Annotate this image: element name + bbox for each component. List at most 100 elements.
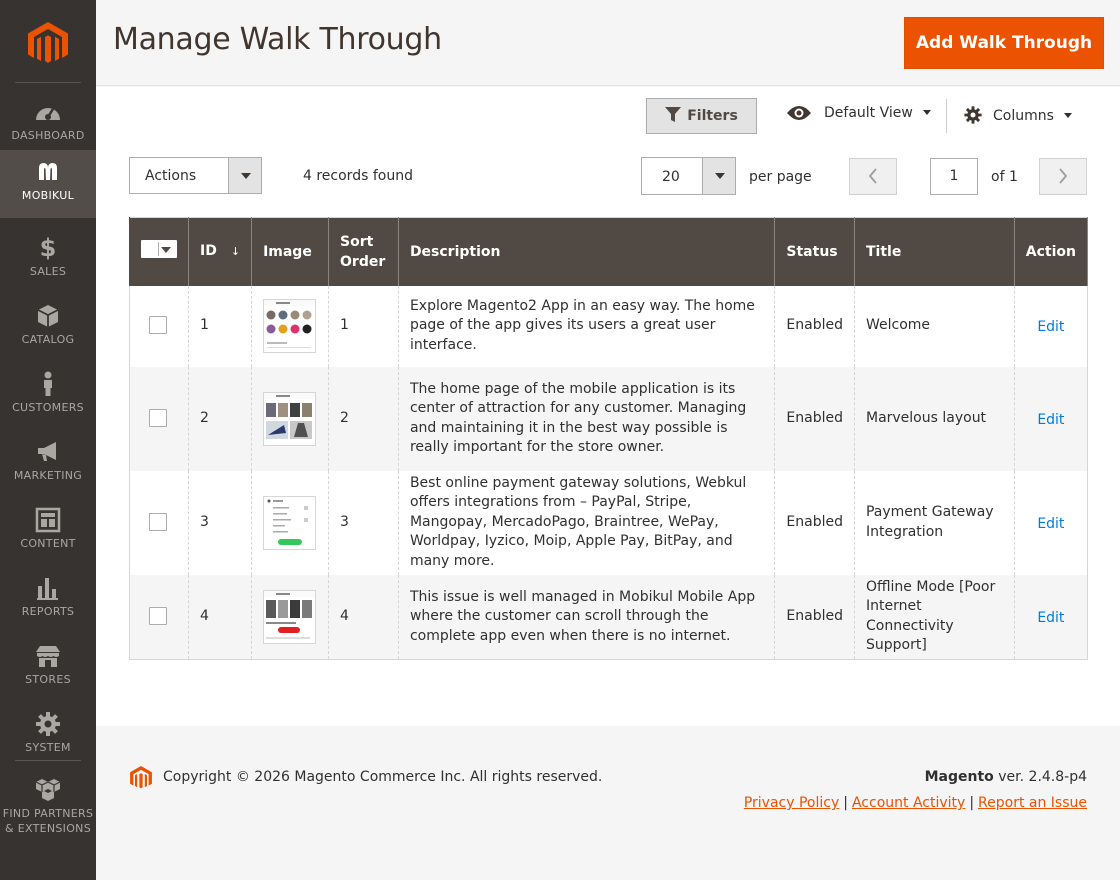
sidebar-item-label: CUSTOMERS bbox=[12, 401, 84, 414]
edit-link[interactable]: Edit bbox=[1037, 610, 1064, 626]
row-checkbox-cell bbox=[129, 470, 189, 575]
walk-through-grid: ID ↓ Image Sort Order Description Status T… bbox=[129, 217, 1089, 660]
cell-status: Enabled bbox=[774, 285, 855, 367]
sidebar-item-content[interactable]: CONTENT bbox=[0, 498, 96, 566]
funnel-icon bbox=[665, 107, 682, 122]
per-page-select[interactable]: 20 bbox=[641, 157, 736, 195]
mass-select-checkbox[interactable] bbox=[141, 239, 177, 258]
next-page-button[interactable] bbox=[1039, 158, 1087, 195]
person-icon bbox=[44, 371, 52, 396]
edit-link[interactable]: Edit bbox=[1037, 516, 1064, 532]
column-header-label: Image bbox=[263, 243, 312, 260]
column-header-sort-order[interactable]: Sort Order bbox=[328, 217, 399, 286]
sidebar-item-reports[interactable]: REPORTS bbox=[0, 566, 96, 634]
thumbnail-image[interactable] bbox=[263, 589, 317, 644]
mass-select-header[interactable] bbox=[129, 217, 189, 286]
column-header-status[interactable]: Status bbox=[774, 217, 855, 286]
gear-icon bbox=[964, 106, 982, 124]
table-row: 4 4 This issue is well managed in Mobiku… bbox=[129, 574, 1089, 660]
add-walk-through-button[interactable]: Add Walk Through bbox=[904, 17, 1104, 69]
chevron-down-icon bbox=[228, 158, 261, 193]
columns-button[interactable]: Columns bbox=[963, 105, 1072, 125]
toolbar-divider bbox=[946, 99, 947, 133]
table-header-row: ID ↓ Image Sort Order Description Status T… bbox=[129, 217, 1089, 286]
privacy-policy-link[interactable]: Privacy Policy bbox=[744, 795, 839, 811]
mass-actions-label: Actions bbox=[145, 168, 197, 184]
gear-icon bbox=[36, 712, 60, 736]
edit-link[interactable]: Edit bbox=[1037, 412, 1064, 428]
sidebar-item-label: MARKETING bbox=[13, 469, 83, 482]
sidebar-item-customers[interactable]: CUSTOMERS bbox=[0, 362, 96, 430]
cell-id: 2 bbox=[187, 366, 253, 471]
row-checkbox[interactable] bbox=[149, 316, 167, 335]
cell-description: The home page of the mobile application … bbox=[397, 366, 776, 471]
column-header-title[interactable]: Title bbox=[853, 217, 1015, 286]
sidebar-item-marketing[interactable]: MARKETING bbox=[0, 430, 96, 498]
sidebar-item-stores[interactable]: STORES bbox=[0, 634, 96, 702]
cell-title: Marvelous layout bbox=[853, 366, 1015, 471]
magento-logo[interactable] bbox=[28, 22, 68, 66]
filters-button[interactable]: Filters bbox=[646, 98, 757, 134]
sidebar-item-sales[interactable]: $ SALES bbox=[0, 226, 96, 294]
sidebar-item-find-partners[interactable]: FIND PARTNERS & EXTENSIONS bbox=[0, 768, 96, 838]
link-separator: | bbox=[969, 795, 975, 811]
page-title: Manage Walk Through bbox=[113, 22, 442, 57]
edit-link[interactable]: Edit bbox=[1037, 319, 1064, 335]
cell-action: Edit bbox=[1013, 366, 1089, 471]
cell-status: Enabled bbox=[774, 574, 855, 660]
sidebar-item-label: FIND PARTNERS & EXTENSIONS bbox=[0, 806, 96, 836]
chevron-left-icon bbox=[868, 168, 877, 184]
sidebar-item-label-line2: & EXTENSIONS bbox=[5, 822, 91, 835]
report-issue-link[interactable]: Report an Issue bbox=[978, 795, 1087, 811]
cell-status: Enabled bbox=[774, 470, 855, 575]
row-checkbox[interactable] bbox=[149, 408, 167, 427]
sidebar-item-dashboard[interactable]: DASHBOARD bbox=[0, 90, 96, 158]
chevron-down-icon bbox=[702, 158, 735, 194]
chevron-down-icon bbox=[1063, 113, 1072, 118]
sidebar-item-mobikul[interactable]: MOBIKUL bbox=[0, 150, 96, 218]
column-header-label: Title bbox=[865, 243, 902, 260]
per-page-label: per page bbox=[749, 169, 812, 185]
table-row: 3 3 Best online payment gateway solution… bbox=[129, 470, 1089, 575]
thumbnail-preview bbox=[264, 590, 316, 639]
column-header-label: ID bbox=[200, 243, 217, 260]
cell-title: Offline Mode [Poor Internet Connectivity… bbox=[853, 574, 1015, 660]
column-header-id[interactable]: ID ↓ bbox=[187, 217, 253, 286]
row-checkbox[interactable] bbox=[149, 512, 167, 531]
sidebar-item-catalog[interactable]: CATALOG bbox=[0, 294, 96, 362]
thumbnail-preview bbox=[264, 496, 316, 549]
footer-links: Privacy Policy | Account Activity | Report a… bbox=[744, 795, 1087, 811]
admin-sidebar: DASHBOARD MOBIKUL $ SALES CATALOG CUSTOM… bbox=[0, 0, 96, 880]
cell-sort-order: 1 bbox=[328, 285, 399, 367]
thumbnail-image[interactable] bbox=[263, 299, 317, 353]
sidebar-item-label-line1: FIND PARTNERS bbox=[2, 807, 94, 820]
cell-action: Edit bbox=[1013, 285, 1089, 367]
column-header-description[interactable]: Description bbox=[397, 217, 776, 286]
table-row: 2 2 The home page of the mobile applicat… bbox=[129, 366, 1089, 471]
cell-image bbox=[251, 470, 330, 575]
account-activity-link[interactable]: Account Activity bbox=[852, 795, 965, 811]
version-info: Magento ver. 2.4.8-p4 bbox=[925, 769, 1087, 785]
total-pages-label: of 1 bbox=[991, 169, 1018, 185]
mobikul-icon bbox=[39, 163, 57, 180]
view-switcher[interactable]: Default View bbox=[786, 105, 931, 121]
column-header-label: Description bbox=[409, 243, 501, 260]
cell-image bbox=[251, 366, 330, 471]
cell-sort-order: 2 bbox=[328, 366, 399, 471]
page-number-input[interactable]: 1 bbox=[930, 158, 978, 195]
previous-page-button[interactable] bbox=[849, 158, 897, 195]
thumbnail-image[interactable] bbox=[263, 391, 317, 446]
row-checkbox[interactable] bbox=[149, 607, 167, 625]
cell-description: Best online payment gateway solutions, W… bbox=[397, 470, 776, 575]
thumbnail-image[interactable] bbox=[263, 495, 317, 550]
cell-image bbox=[251, 574, 330, 660]
box-icon bbox=[37, 305, 59, 327]
column-header-label: Status bbox=[786, 243, 838, 260]
bar-chart-icon bbox=[37, 578, 58, 600]
mass-actions-select[interactable]: Actions bbox=[129, 157, 262, 194]
sidebar-item-label: CONTENT bbox=[20, 537, 76, 550]
cell-description: Explore Magento2 App in an easy way. The… bbox=[397, 285, 776, 367]
cell-status: Enabled bbox=[774, 366, 855, 471]
cell-title: Welcome bbox=[853, 285, 1015, 367]
eye-icon bbox=[787, 106, 811, 120]
